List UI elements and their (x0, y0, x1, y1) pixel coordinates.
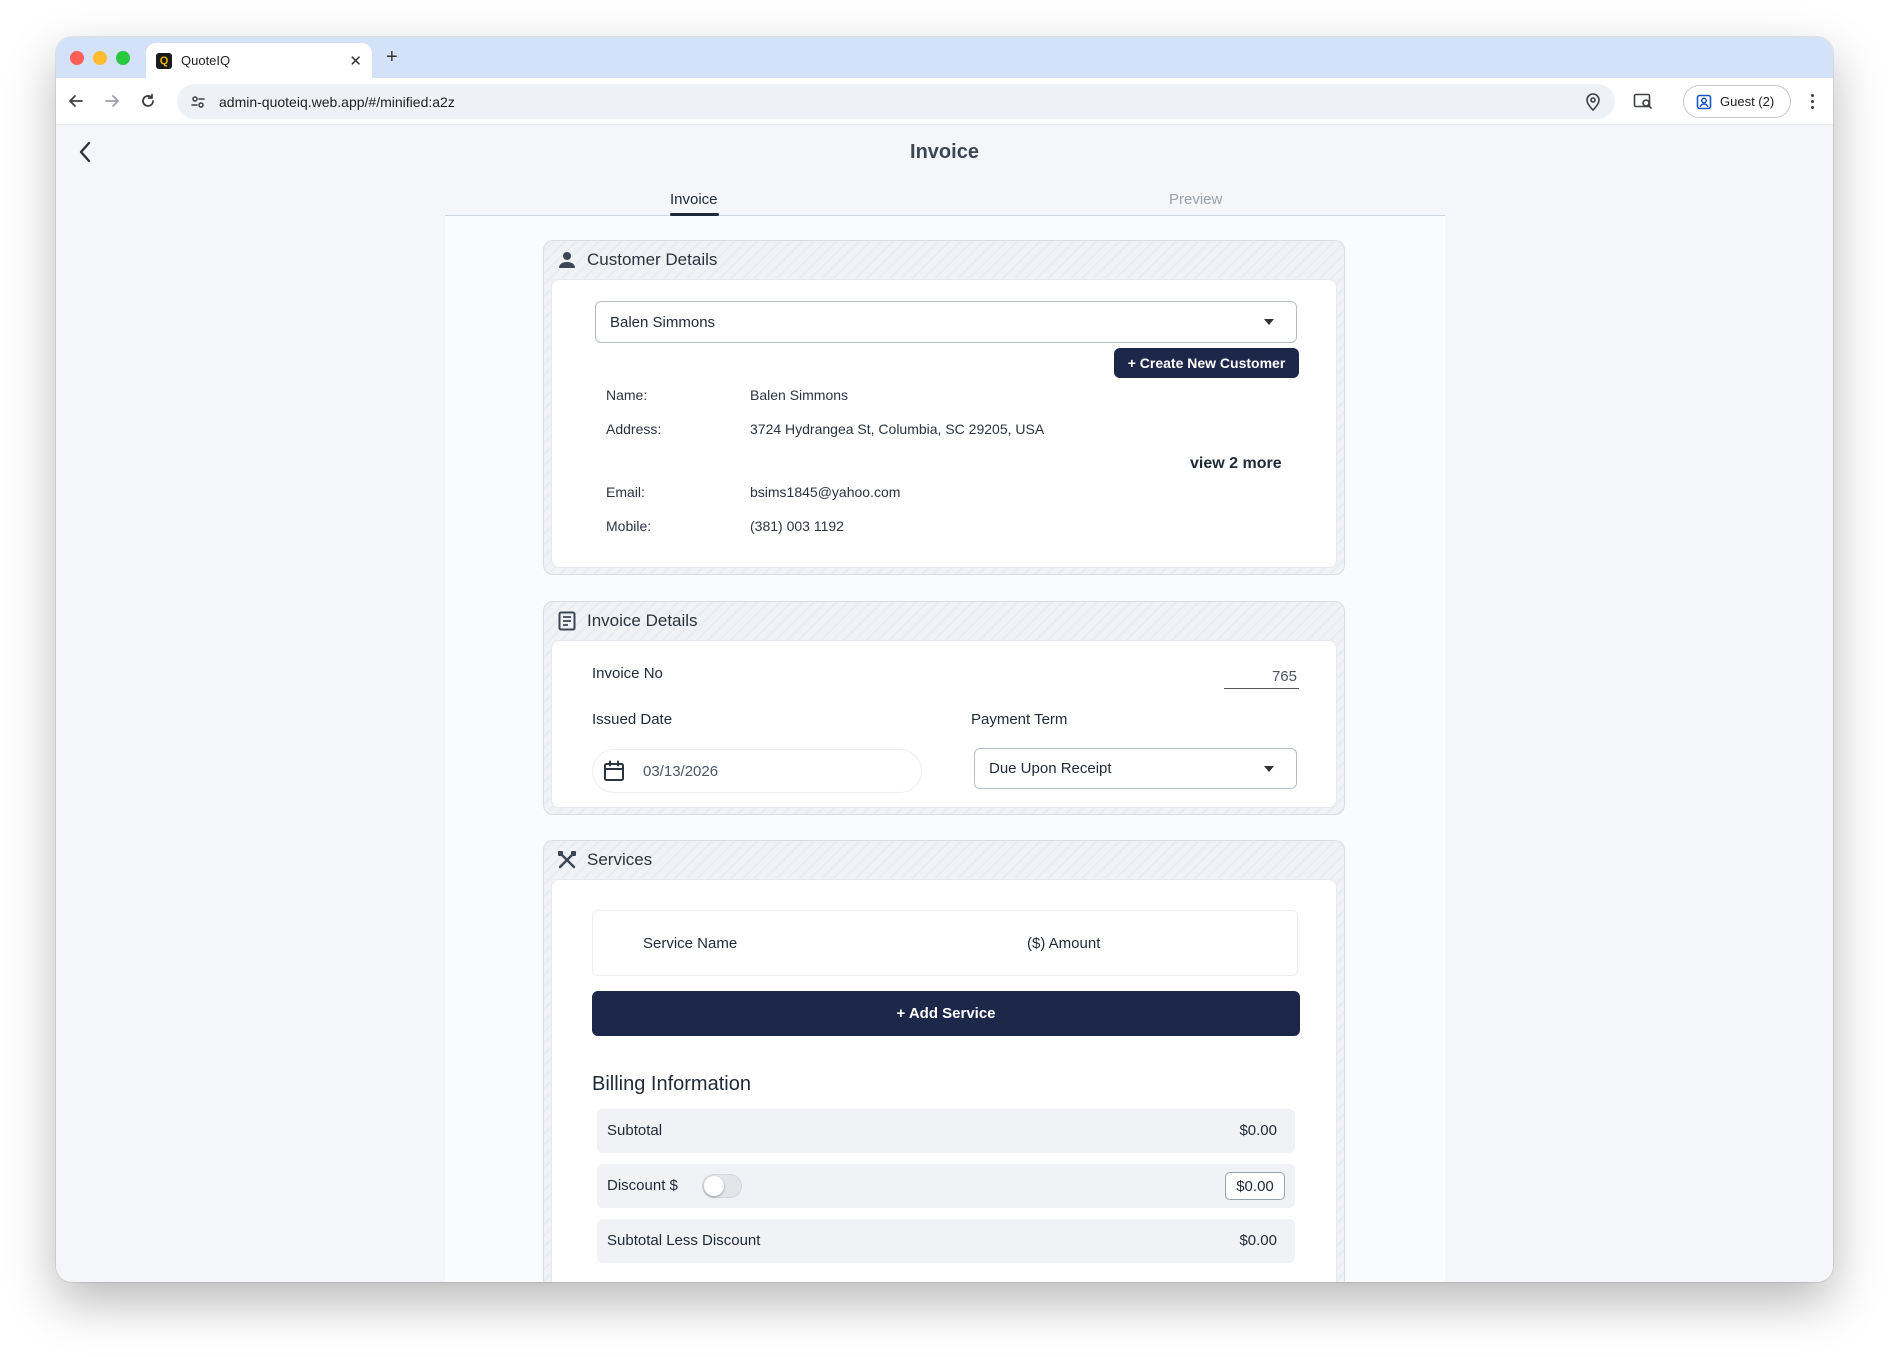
person-icon (557, 250, 577, 270)
subtotal-value: $0.00 (1239, 1122, 1277, 1139)
amount-column: ($) Amount (1027, 935, 1101, 952)
forward-icon[interactable] (100, 89, 124, 113)
customer-address-label: Address: (606, 421, 662, 437)
issued-date-label: Issued Date (592, 711, 673, 728)
quoteiq-favicon-icon: Q (156, 52, 172, 69)
browser-window: Q QuoteIQ ✕ + admin-quoteiq.web.app/#/mi… (56, 37, 1833, 1282)
minimize-window-button[interactable] (93, 51, 107, 65)
url-text: admin-quoteiq.web.app/#/minified:a2z (219, 93, 455, 110)
subtotal-label: Subtotal (607, 1122, 663, 1139)
close-window-button[interactable] (70, 51, 84, 65)
maximize-window-button[interactable] (116, 51, 130, 65)
customer-mobile-value: (381) 003 1192 (750, 518, 844, 534)
browser-tab-bar: Q QuoteIQ ✕ + (56, 37, 1833, 78)
invoice-details-card: Invoice Details Invoice No 765 Issued Da… (543, 601, 1345, 815)
payment-term-select[interactable]: Due Upon Receipt (974, 748, 1297, 789)
back-icon[interactable] (64, 89, 88, 113)
services-card: Services Service Name ($) Amount + Add S… (543, 840, 1345, 1282)
browser-toolbar: admin-quoteiq.web.app/#/minified:a2z Gue… (56, 78, 1833, 125)
calendar-icon (604, 760, 624, 781)
invoice-details-title: Invoice Details (587, 611, 698, 630)
tab-search-icon[interactable] (1632, 90, 1654, 112)
issued-date-input[interactable]: 03/13/2026 (592, 749, 922, 793)
customer-details-title: Customer Details (587, 250, 718, 269)
subtotal-less-discount-value: $0.00 (1239, 1232, 1277, 1249)
profile-label: Guest (2) (1720, 94, 1775, 109)
customer-mobile-label: Mobile: (606, 518, 652, 534)
app-page: Invoice Invoice Preview Customer Details… (56, 125, 1833, 1282)
invoice-form: Customer Details Balen Simmons + Create … (445, 216, 1445, 1282)
new-tab-icon[interactable]: + (386, 46, 398, 69)
payment-term-label: Payment Term (971, 711, 1068, 728)
discount-label: Discount $ (607, 1177, 678, 1194)
view-more-link[interactable]: view 2 more (1190, 455, 1282, 473)
tab-invoice[interactable]: Invoice (670, 191, 718, 208)
payment-term-value: Due Upon Receipt (989, 760, 1112, 777)
customer-address-value: 3724 Hydrangea St, Columbia, SC 29205, U… (750, 421, 1045, 437)
customer-name-value: Balen Simmons (750, 387, 849, 403)
customer-name-label: Name: (606, 387, 648, 403)
tab-preview[interactable]: Preview (1169, 191, 1222, 208)
profile-icon (1696, 94, 1712, 109)
page-tabs: Invoice Preview (445, 175, 1445, 216)
discount-toggle[interactable] (702, 1174, 742, 1198)
customer-email-value: bsims1845@yahoo.com (750, 484, 901, 500)
location-pin-icon[interactable] (1583, 92, 1603, 112)
receipt-icon (557, 611, 577, 631)
services-title: Services (587, 850, 653, 869)
chevron-down-icon (1264, 765, 1274, 772)
page-title: Invoice (910, 141, 979, 163)
subtotal-less-discount-row: Subtotal Less Discount $0.00 (597, 1219, 1295, 1263)
chevron-down-icon (1264, 319, 1274, 325)
discount-row: Discount $ $0.00 (597, 1164, 1295, 1208)
browser-tab[interactable]: Q QuoteIQ ✕ (146, 43, 372, 78)
profile-button[interactable]: Guest (2) (1683, 85, 1791, 118)
billing-information-title: Billing Information (592, 1073, 751, 1095)
invoice-no-label: Invoice No (592, 665, 663, 682)
issued-date-value: 03/13/2026 (643, 762, 719, 780)
site-settings-icon[interactable] (189, 93, 207, 111)
invoice-no-input[interactable]: 765 (1224, 663, 1299, 689)
services-table-header: Service Name ($) Amount (592, 910, 1298, 976)
browser-tab-title: QuoteIQ (181, 53, 231, 68)
subtotal-less-discount-label: Subtotal Less Discount (607, 1232, 761, 1249)
service-name-column: Service Name (643, 935, 738, 952)
reload-icon[interactable] (136, 89, 160, 113)
customer-select[interactable]: Balen Simmons (595, 301, 1297, 343)
browser-menu-icon[interactable] (1804, 90, 1820, 112)
subtotal-row: Subtotal $0.00 (597, 1109, 1295, 1153)
add-service-button[interactable]: + Add Service (592, 991, 1300, 1036)
tools-icon (557, 850, 577, 870)
close-tab-icon[interactable]: ✕ (349, 52, 362, 70)
customer-email-label: Email: (606, 484, 645, 500)
customer-details-card: Customer Details Balen Simmons + Create … (543, 240, 1345, 575)
customer-select-value: Balen Simmons (610, 313, 716, 331)
discount-input[interactable]: $0.00 (1225, 1172, 1285, 1200)
create-new-customer-button[interactable]: + Create New Customer (1114, 348, 1299, 378)
address-bar[interactable]: admin-quoteiq.web.app/#/minified:a2z (177, 84, 1615, 119)
